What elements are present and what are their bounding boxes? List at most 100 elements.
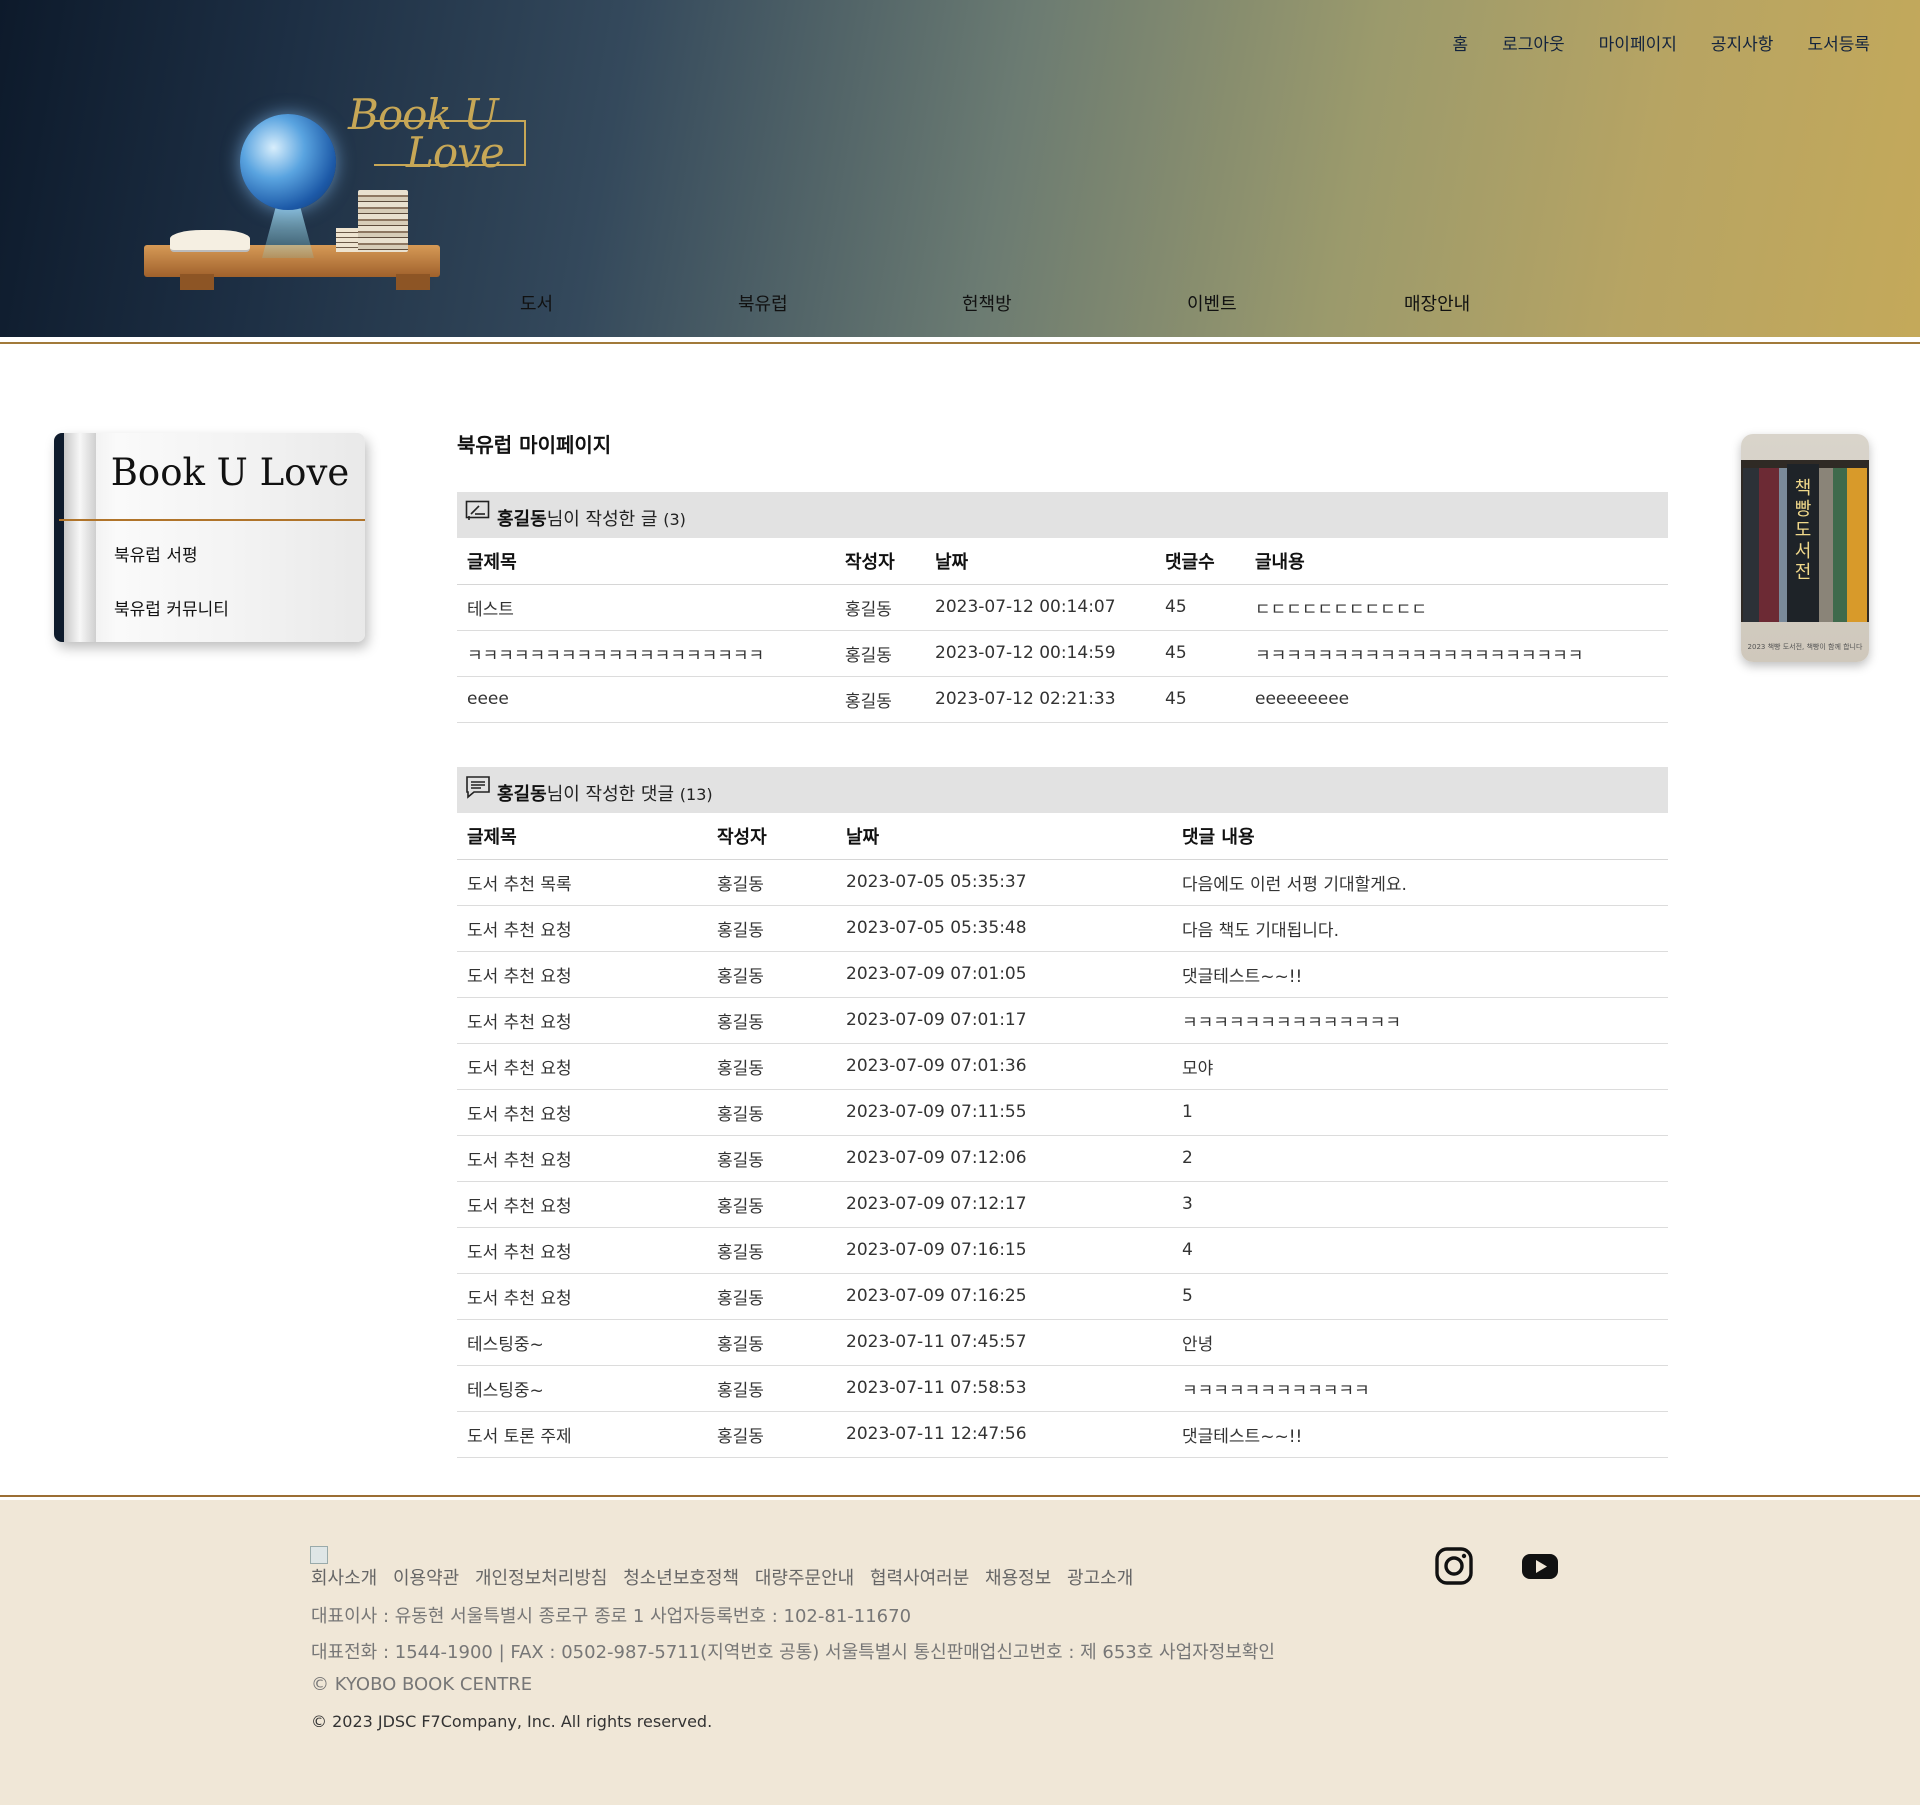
sidebar-divider <box>59 519 365 521</box>
comment-author: 홍길동 <box>707 1181 836 1228</box>
comment-post-title[interactable]: 도서 추천 요청 <box>457 1273 707 1320</box>
posts-table: 글제목 작성자 날짜 댓글수 글내용 테스트 홍길동 2023-07-12 00… <box>457 538 1668 723</box>
table-row[interactable]: 테스팅중~ 홍길동 2023-07-11 07:58:53 ㅋㅋㅋㅋㅋㅋㅋㅋㅋㅋㅋㅋ <box>457 1365 1668 1412</box>
promo-banner[interactable]: 책빵도서전 2023 책빵 도서전, 책빵이 함께 합니다 <box>1741 434 1869 662</box>
comments-section-header: 홍길동님이 작성한 댓글 (13) <box>457 767 1668 813</box>
main-nav-usedbooks[interactable]: 헌책방 <box>962 290 1012 316</box>
top-nav-mypage[interactable]: 마이페이지 <box>1599 30 1677 55</box>
footer-link-ads[interactable]: 광고소개 <box>1067 1568 1133 1589</box>
comment-author: 홍길동 <box>707 1135 836 1182</box>
footer-copyright-kyobo: © KYOBO BOOK CENTRE <box>311 1674 533 1695</box>
comment-post-title[interactable]: 테스팅중~ <box>457 1365 707 1412</box>
comment-content: 다음에도 이런 서평 기대할게요. <box>1172 859 1668 906</box>
table-row[interactable]: 도서 추천 목록 홍길동 2023-07-05 05:35:37 다음에도 이런 서평… <box>457 859 1668 906</box>
comment-date: 2023-07-05 05:35:48 <box>836 905 1172 952</box>
footer-link-partners[interactable]: 협력사여러분 <box>870 1568 969 1589</box>
comment-date: 2023-07-09 07:01:05 <box>836 951 1172 998</box>
table-row[interactable]: 도서 추천 요청 홍길동 2023-07-09 07:01:05 댓글테스트~~!! <box>457 951 1668 998</box>
comment-content: ㅋㅋㅋㅋㅋㅋㅋㅋㅋㅋㅋㅋㅋㅋ <box>1172 997 1668 1044</box>
comment-date: 2023-07-05 05:35:37 <box>836 859 1172 906</box>
post-comment-count: 45 <box>1155 584 1245 631</box>
comment-post-title[interactable]: 도서 추천 요청 <box>457 1181 707 1228</box>
table-row[interactable]: 도서 추천 요청 홍길동 2023-07-09 07:16:25 5 <box>457 1273 1668 1320</box>
footer-link-bulk-order[interactable]: 대량주문안내 <box>755 1568 854 1589</box>
comment-post-title[interactable]: 도서 추천 요청 <box>457 1227 707 1274</box>
comment-post-title[interactable]: 도서 추천 요청 <box>457 951 707 998</box>
table-row[interactable]: 도서 토론 주제 홍길동 2023-07-11 12:47:56 댓글테스트~~!! <box>457 1411 1668 1458</box>
comment-author: 홍길동 <box>707 997 836 1044</box>
comments-section-title: 홍길동님이 작성한 댓글 (13) <box>497 780 713 806</box>
main-nav-books[interactable]: 도서 <box>520 290 553 316</box>
comment-post-title[interactable]: 도서 추천 목록 <box>457 859 707 906</box>
comment-post-title[interactable]: 도서 추천 요청 <box>457 1135 707 1182</box>
table-row[interactable]: eeee 홍길동 2023-07-12 02:21:33 45 eeeeeeee… <box>457 676 1668 723</box>
main-nav-store-info[interactable]: 매장안내 <box>1404 290 1470 316</box>
comment-author: 홍길동 <box>707 1043 836 1090</box>
table-row[interactable]: 도서 추천 요청 홍길동 2023-07-09 07:12:17 3 <box>457 1181 1668 1228</box>
footer-divider <box>0 1495 1920 1497</box>
footer-link-privacy[interactable]: 개인정보처리방침 <box>475 1568 607 1589</box>
comment-date: 2023-07-09 07:12:17 <box>836 1181 1172 1228</box>
comment-content: 2 <box>1172 1135 1668 1182</box>
main-nav-events[interactable]: 이벤트 <box>1187 290 1237 316</box>
footer-contact-info: 대표전화 : 1544-1900 | FAX : 0502-987-5711(지… <box>311 1642 1275 1663</box>
post-title[interactable]: 테스트 <box>457 584 835 631</box>
comment-author: 홍길동 <box>707 1089 836 1136</box>
footer-link-terms[interactable]: 이용약관 <box>393 1568 459 1589</box>
comment-author: 홍길동 <box>707 859 836 906</box>
comment-post-title[interactable]: 도서 추천 요청 <box>457 997 707 1044</box>
logo-wordmark: Book U Love <box>348 90 528 180</box>
table-row[interactable]: 테스팅중~ 홍길동 2023-07-11 07:45:57 안녕 <box>457 1319 1668 1366</box>
promo-caption: 2023 책빵 도서전, 책빵이 함께 합니다 <box>1747 643 1863 651</box>
logo-book-stack <box>358 190 408 252</box>
table-row[interactable]: 도서 추천 요청 홍길동 2023-07-09 07:11:55 1 <box>457 1089 1668 1136</box>
post-date: 2023-07-12 02:21:33 <box>925 676 1155 723</box>
comment-post-title[interactable]: 도서 추천 요청 <box>457 1043 707 1090</box>
top-nav-book-register[interactable]: 도서등록 <box>1807 30 1870 55</box>
sidebar-book-spine <box>54 433 64 642</box>
promo-book <box>1759 468 1779 622</box>
post-title[interactable]: ㅋㅋㅋㅋㅋㅋㅋㅋㅋㅋㅋㅋㅋㅋㅋㅋㅋㅋㅋ <box>457 630 835 677</box>
comments-col-author: 작성자 <box>707 813 836 860</box>
post-date: 2023-07-12 00:14:07 <box>925 584 1155 631</box>
comment-author: 홍길동 <box>707 1365 836 1412</box>
footer-link-company[interactable]: 회사소개 <box>311 1568 377 1589</box>
comment-date: 2023-07-11 07:45:57 <box>836 1319 1172 1366</box>
instagram-icon[interactable] <box>1434 1546 1474 1586</box>
sidebar-item-community[interactable]: 북유럽 커뮤니티 <box>114 595 229 620</box>
top-nav-home[interactable]: 홈 <box>1452 30 1468 55</box>
table-row[interactable]: 테스트 홍길동 2023-07-12 00:14:07 45 ㄷㄷㄷㄷㄷㄷㄷㄷㄷ… <box>457 584 1668 631</box>
youtube-icon[interactable] <box>1520 1546 1560 1586</box>
post-comment-count: 45 <box>1155 630 1245 677</box>
post-content: ㅋㅋㅋㅋㅋㅋㅋㅋㅋㅋㅋㅋㅋㅋㅋㅋㅋㅋㅋㅋㅋ <box>1245 630 1668 677</box>
promo-title: 책빵도서전 <box>1794 478 1812 583</box>
comment-post-title[interactable]: 도서 토론 주제 <box>457 1411 707 1458</box>
post-content: eeeeeeeee <box>1245 676 1668 723</box>
comment-post-title[interactable]: 도서 추천 요청 <box>457 905 707 952</box>
sidebar-item-review[interactable]: 북유럽 서평 <box>114 541 198 566</box>
table-row[interactable]: 도서 추천 요청 홍길동 2023-07-09 07:12:06 2 <box>457 1135 1668 1182</box>
comments-col-title: 글제목 <box>457 813 707 860</box>
footer-link-careers[interactable]: 채용정보 <box>985 1568 1051 1589</box>
comments-count: (13) <box>679 785 713 804</box>
table-row[interactable]: ㅋㅋㅋㅋㅋㅋㅋㅋㅋㅋㅋㅋㅋㅋㅋㅋㅋㅋㅋ 홍길동 2023-07-12 00:14… <box>457 630 1668 677</box>
table-row[interactable]: 도서 추천 요청 홍길동 2023-07-05 05:35:48 다음 책도 기대됩니… <box>457 905 1668 952</box>
top-nav-logout[interactable]: 로그아웃 <box>1502 30 1565 55</box>
table-row[interactable]: 도서 추천 요청 홍길동 2023-07-09 07:01:17 ㅋㅋㅋㅋㅋㅋㅋㅋㅋㅋ… <box>457 997 1668 1044</box>
comment-date: 2023-07-11 12:47:56 <box>836 1411 1172 1458</box>
site-logo[interactable]: Book U Love <box>140 90 540 300</box>
comment-post-title[interactable]: 도서 추천 요청 <box>457 1089 707 1136</box>
logo-shelf-leg <box>396 274 430 290</box>
post-title[interactable]: eeee <box>457 676 835 723</box>
comment-author: 홍길동 <box>707 1319 836 1366</box>
table-row[interactable]: 도서 추천 요청 홍길동 2023-07-09 07:01:36 모야 <box>457 1043 1668 1090</box>
logo-shelf-leg <box>180 274 214 290</box>
top-nav-notice[interactable]: 공지사항 <box>1711 30 1774 55</box>
comment-content: 1 <box>1172 1089 1668 1136</box>
footer-link-youth[interactable]: 청소년보호정책 <box>623 1568 739 1589</box>
posts-col-title: 글제목 <box>457 538 835 585</box>
promo-book <box>1847 468 1867 622</box>
main-nav-bookulove[interactable]: 북유럽 <box>738 290 788 316</box>
comment-post-title[interactable]: 테스팅중~ <box>457 1319 707 1366</box>
table-row[interactable]: 도서 추천 요청 홍길동 2023-07-09 07:16:15 4 <box>457 1227 1668 1274</box>
